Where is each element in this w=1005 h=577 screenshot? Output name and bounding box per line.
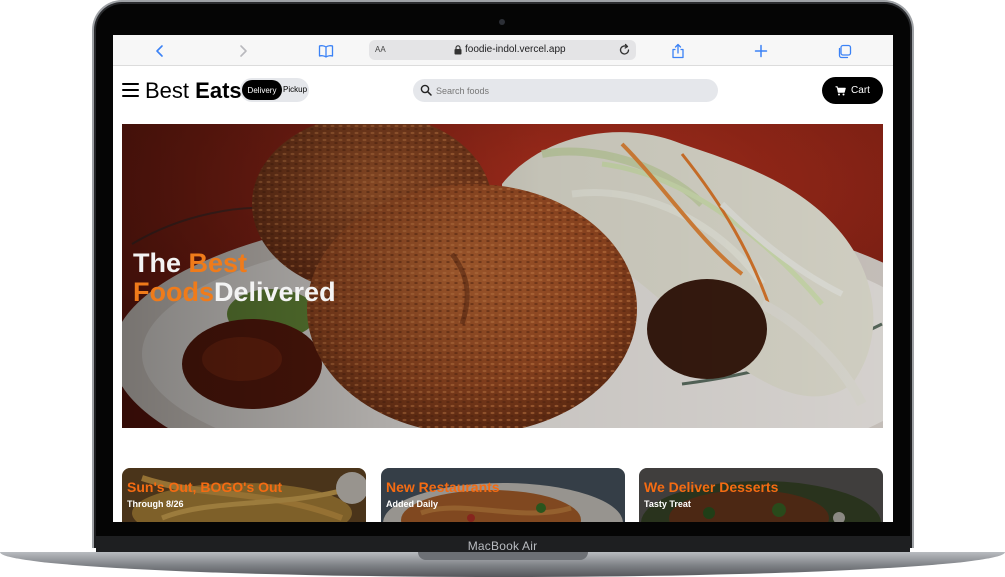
hero-headline: The Best FoodsDelivered [133, 249, 336, 307]
device-label: MacBook Air [467, 539, 538, 553]
browser-toolbar: AA foodie-indol.vercel.app [113, 35, 893, 66]
search-input[interactable] [436, 82, 706, 99]
menu-icon[interactable] [122, 83, 139, 97]
cart-label: Cart [851, 85, 870, 96]
delivery-option[interactable]: Delivery [242, 80, 282, 100]
hero-word-delivered: Delivered [214, 277, 336, 307]
search-icon [420, 84, 432, 96]
promo-card-new-restaurants[interactable]: New Restaurants Added Daily [381, 468, 625, 522]
base-notch [418, 552, 588, 560]
pickup-option[interactable]: Pickup [283, 85, 307, 94]
new-tab-icon[interactable] [751, 41, 771, 61]
cart-button[interactable]: Cart [822, 77, 883, 104]
back-icon[interactable] [150, 41, 170, 61]
promo-card-title: New Restaurants [386, 479, 500, 495]
promo-card-bogo[interactable]: Sun's Out, BOGO's Out Through 8/26 [122, 468, 366, 522]
app-header: Best Eats Delivery Pickup Cart [113, 66, 893, 121]
promo-card-desserts-image [639, 468, 883, 522]
promo-card-bogo-image [122, 468, 366, 522]
cart-icon [835, 85, 846, 95]
promo-card-title: Sun's Out, BOGO's Out [127, 479, 283, 495]
hero-word-best: Best [188, 248, 248, 278]
promo-card-subtitle: Through 8/26 [127, 499, 184, 509]
promo-card-title: We Deliver Desserts [644, 479, 779, 495]
tabs-icon[interactable] [834, 41, 854, 61]
promo-card-new-restaurants-image [381, 468, 625, 522]
camera [499, 19, 505, 25]
lock-icon [454, 45, 462, 55]
hero-line-1: The Best [133, 249, 336, 278]
bookmarks-icon[interactable] [316, 41, 336, 61]
brand-bold: Eats [195, 78, 242, 103]
brand-logo[interactable]: Best Eats [145, 78, 242, 104]
hero-banner: The Best FoodsDelivered [122, 124, 883, 428]
hero-line-2: FoodsDelivered [133, 278, 336, 307]
reload-icon[interactable] [618, 43, 631, 57]
promo-card-desserts[interactable]: We Deliver Desserts Tasty Treat [639, 468, 883, 522]
share-icon[interactable] [668, 41, 688, 61]
search-bar [413, 79, 718, 102]
address-bar[interactable]: AA foodie-indol.vercel.app [369, 40, 636, 60]
promo-card-subtitle: Added Daily [386, 499, 439, 509]
delivery-pickup-toggle: Delivery Pickup [240, 78, 309, 102]
url-text: foodie-indol.vercel.app [465, 44, 566, 55]
promo-card-subtitle: Tasty Treat [644, 499, 691, 509]
forward-icon[interactable] [233, 41, 253, 61]
hero-word-the: The [133, 248, 182, 278]
hero-word-foods: Foods [133, 277, 214, 307]
brand-light: Best [145, 78, 190, 103]
text-size-button[interactable]: AA [375, 45, 386, 54]
screen: AA foodie-indol.vercel.app Best Eats Del… [113, 35, 893, 522]
